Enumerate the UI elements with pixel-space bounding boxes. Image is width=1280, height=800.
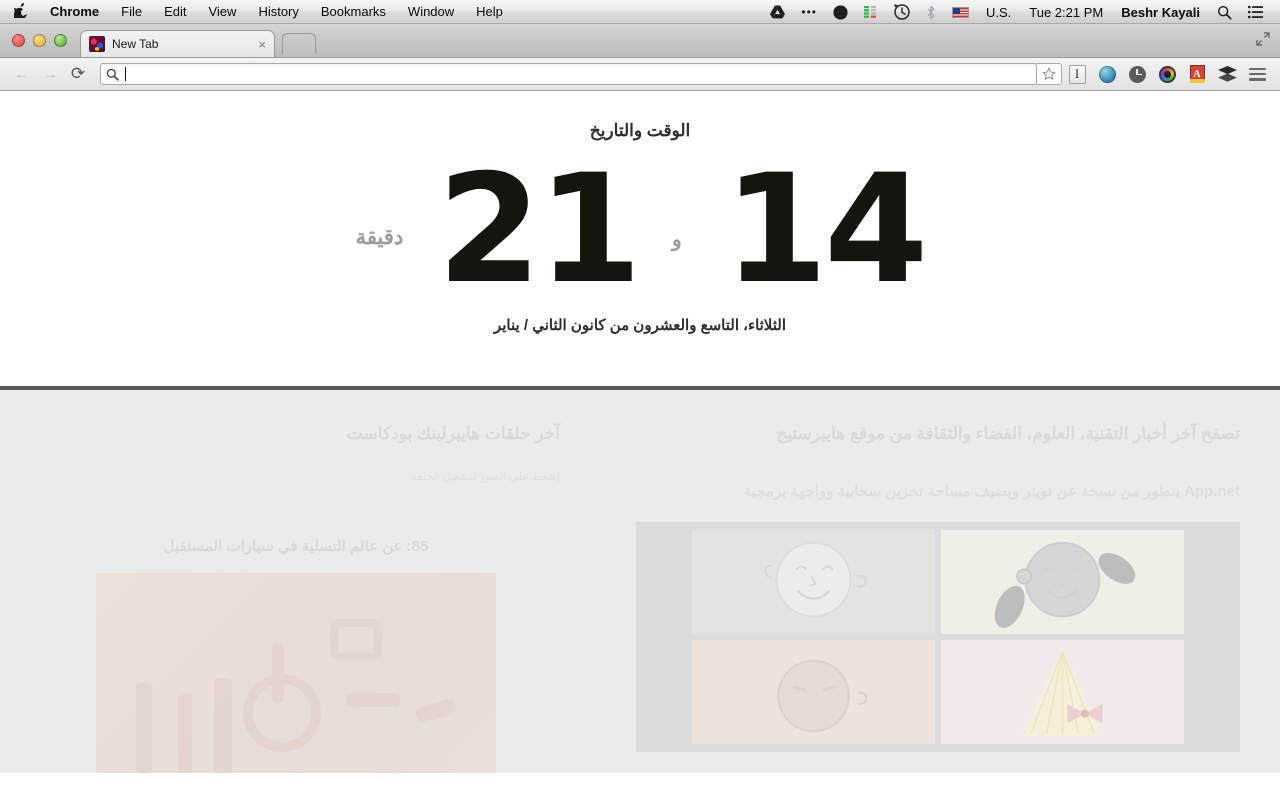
clock-extension-icon[interactable] — [1122, 61, 1152, 87]
instapaper-extension-icon[interactable]: I — [1062, 61, 1092, 87]
news-column: تصفح آخر أخبار التقنية، العلوم، الفضاء و… — [580, 390, 1280, 773]
menu-item-view[interactable]: View — [197, 0, 247, 24]
search-input[interactable] — [132, 67, 1031, 81]
reload-button[interactable]: ⟳ — [64, 60, 92, 88]
news-heading: تصفح آخر أخبار التقنية، العلوم، الفضاء و… — [776, 424, 1240, 443]
podcast-heading: آخر حلقات هايبرلينك بودكاست — [346, 424, 560, 443]
apple-logo-icon — [12, 2, 28, 20]
browser-tab-new-tab[interactable]: New Tab × — [80, 30, 275, 57]
search-icon[interactable] — [1209, 0, 1240, 24]
content-sections: تصفح آخر أخبار التقنية، العلوم، الفضاء و… — [0, 390, 1280, 773]
window-zoom-button[interactable] — [54, 34, 67, 47]
bluetooth-icon[interactable] — [918, 0, 944, 24]
clock-time-row: 14 و 21 دقيقة — [355, 143, 929, 317]
podcast-column: آخر حلقات هايبرلينك بودكاست إضغط على الص… — [0, 390, 580, 773]
menu-item-file[interactable]: File — [110, 0, 153, 24]
browser-tab-strip: New Tab × — [0, 24, 1280, 58]
news-article-title[interactable]: App.net يتطور من نسخة عن تويتر ويضيف مسا… — [600, 482, 1240, 500]
clock-widget: الوقت والتاريخ 14 و 21 دقيقة الثلاثاء، ا… — [0, 91, 1280, 386]
menu-item-bookmarks[interactable]: Bookmarks — [310, 0, 397, 24]
window-close-button[interactable] — [12, 34, 25, 47]
clock-minute-unit: دقيقة — [355, 225, 404, 249]
clock-conjunction: و — [671, 228, 682, 251]
browser-toolbar: ← → ⟳ I A — [0, 58, 1280, 91]
back-button[interactable]: ← — [8, 60, 36, 88]
menubar-clock[interactable]: Tue 2:21 PM — [1020, 5, 1112, 20]
menu-item-chrome[interactable]: Chrome — [39, 0, 110, 24]
buffer-extension-icon[interactable] — [1212, 61, 1242, 87]
menu-item-edit[interactable]: Edit — [153, 0, 197, 24]
fullscreen-expand-icon[interactable] — [1256, 32, 1270, 46]
avatar-tile — [941, 530, 1184, 634]
chrome-browser-window: New Tab × ← → ⟳ I A الوقت والتاريخ 14 و … — [0, 24, 1280, 800]
input-source-label[interactable]: U.S. — [977, 5, 1020, 20]
os-menu-bar: Chrome File Edit View History Bookmarks … — [0, 0, 1280, 24]
address-bar[interactable] — [100, 63, 1037, 85]
time-machine-icon[interactable] — [886, 0, 918, 24]
clock-date: الثلاثاء، التاسع والعشرون من كانون الثان… — [493, 316, 787, 334]
close-icon[interactable]: × — [258, 38, 266, 51]
menu-item-history[interactable]: History — [247, 0, 309, 24]
new-tab-button[interactable] — [282, 33, 316, 54]
content-columns: تصفح آخر أخبار التقنية، العلوم، الفضاء و… — [0, 390, 1280, 773]
dropbox-moon-icon[interactable] — [825, 0, 856, 24]
hyperlink-favicon — [89, 36, 105, 52]
dictionary-extension-icon[interactable]: A — [1182, 61, 1212, 87]
chrome-menu-icon[interactable] — [1242, 61, 1272, 87]
page-title: الوقت والتاريخ — [589, 121, 691, 140]
avatar-tile — [692, 640, 935, 744]
forward-button[interactable]: → — [36, 60, 64, 88]
menubar-user-name[interactable]: Beshr Kayali — [1112, 5, 1209, 20]
flag-us-icon[interactable] — [944, 0, 977, 24]
clock-minute: 21 — [437, 143, 642, 317]
search-icon — [106, 68, 119, 81]
tab-title: New Tab — [112, 37, 159, 51]
camera-extension-icon[interactable] — [1152, 61, 1182, 87]
menu-item-window[interactable]: Window — [397, 0, 465, 24]
os-menu-items: Chrome File Edit View History Bookmarks … — [39, 0, 514, 24]
notification-center-icon[interactable] — [1240, 0, 1272, 24]
google-drive-icon[interactable] — [762, 0, 793, 24]
avatar-tile — [692, 530, 935, 634]
podcast-episode-title[interactable]: 85: عن عالم التسلية في سيارات المستقبل — [32, 537, 560, 555]
new-tab-page: الوقت والتاريخ 14 و 21 دقيقة الثلاثاء، ا… — [0, 91, 1280, 800]
appnet-avatars-thumbnail[interactable] — [636, 522, 1240, 752]
menu-item-help[interactable]: Help — [465, 0, 514, 24]
globe-extension-icon[interactable] — [1092, 61, 1122, 87]
apple-menu-icon[interactable] — [0, 2, 39, 21]
text-caret — [125, 67, 126, 81]
podcast-subtitle: إضغط على الصور لتشغيل الحلقة — [411, 471, 560, 483]
clock-hour: 14 — [723, 143, 929, 317]
os-menu-status-area: ••• U.S. Tue 2:21 PM Beshr Kayali — [762, 0, 1280, 24]
bookmark-star-icon[interactable] — [1036, 63, 1062, 85]
window-minimize-button[interactable] — [33, 34, 46, 47]
avatar-tile — [941, 640, 1184, 744]
window-traffic-lights — [12, 34, 67, 47]
signal-bars-icon[interactable] — [856, 0, 886, 24]
podcast-episode-thumbnail[interactable] — [96, 573, 496, 773]
overflow-dots-icon[interactable]: ••• — [793, 0, 825, 24]
